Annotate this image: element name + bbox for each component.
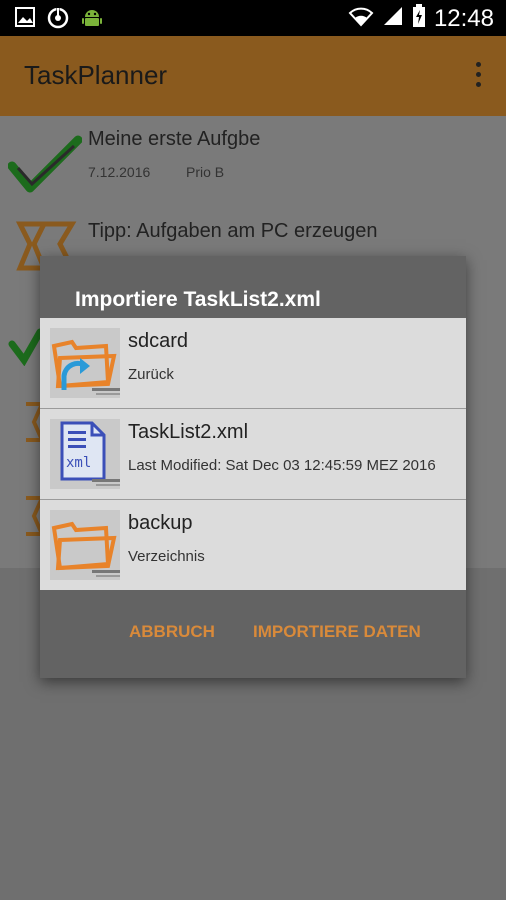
check-icon	[8, 326, 44, 371]
battery-icon	[412, 4, 426, 33]
file-name: backup	[128, 512, 193, 534]
import-dialog: Importiere TaskList2.xml sdcard Zurück x…	[40, 256, 466, 678]
import-button[interactable]: IMPORTIERE DATEN	[253, 622, 421, 642]
dialog-title: Importiere TaskList2.xml	[75, 288, 321, 311]
file-description: Last Modified: Sat Dec 03 12:45:59 MEZ 2…	[128, 457, 436, 474]
file-row-sdcard[interactable]: sdcard Zurück	[40, 318, 466, 409]
file-description: Verzeichnis	[128, 548, 205, 565]
app-bar: TaskPlanner	[0, 36, 506, 116]
file-description: Zurück	[128, 366, 174, 383]
cancel-button[interactable]: ABBRUCH	[129, 622, 215, 642]
overflow-menu-icon[interactable]	[472, 62, 484, 92]
file-name: sdcard	[128, 330, 189, 352]
svg-text:xml: xml	[66, 455, 91, 471]
wifi-icon	[348, 5, 374, 32]
check-icon	[7, 132, 83, 201]
file-row-backup[interactable]: backup Verzeichnis	[40, 500, 466, 590]
file-name: TaskList2.xml	[128, 421, 249, 443]
file-row-tasklist2[interactable]: xml TaskList2.xml Last Modified: Sat Dec…	[40, 409, 466, 500]
file-list: sdcard Zurück xml TaskList2.xml Last Mod…	[40, 318, 466, 590]
image-icon	[14, 6, 36, 35]
app-title: TaskPlanner	[24, 60, 168, 90]
task-date: 7.12.2016	[88, 164, 151, 180]
xml-file-icon: xml	[50, 419, 120, 489]
folder-back-icon	[50, 328, 120, 398]
clock: 12:48	[433, 4, 494, 32]
signal-icon	[382, 5, 404, 32]
task-title: Tipp: Aufgaben am PC erzeugen	[88, 220, 378, 242]
sync-icon	[46, 6, 70, 35]
task-priority: Prio B	[186, 164, 225, 180]
status-bar: 12:48	[0, 0, 506, 36]
folder-icon	[50, 510, 120, 580]
task-title: Meine erste Aufgbe	[88, 128, 261, 150]
android-icon	[80, 6, 104, 35]
